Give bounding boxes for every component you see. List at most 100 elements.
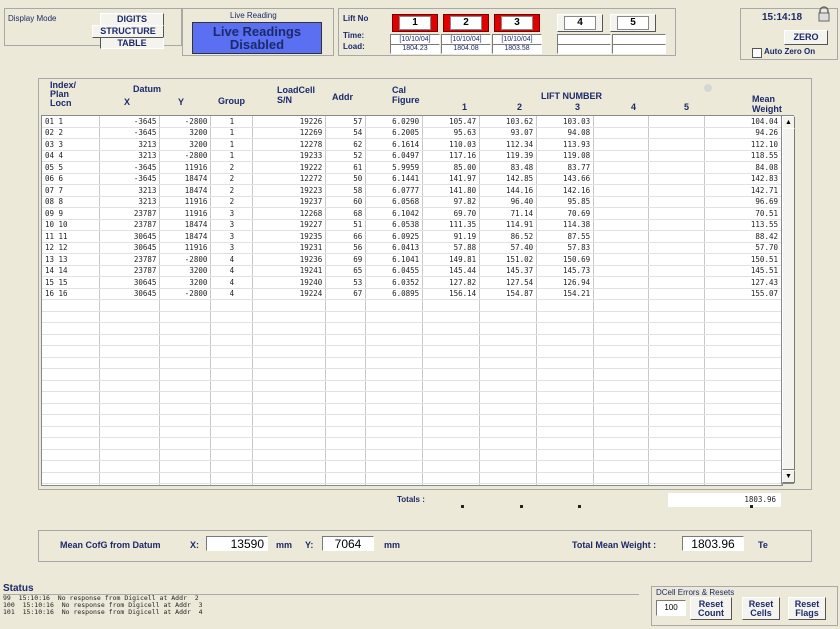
lift-button-5[interactable]: 5 — [610, 14, 656, 32]
lift-button-3[interactable]: 3 — [494, 14, 540, 32]
empty-row[interactable] — [42, 322, 782, 335]
table-cell — [536, 449, 595, 461]
empty-row[interactable] — [42, 403, 782, 415]
empty-row[interactable] — [42, 311, 782, 323]
table-row[interactable]: 15 15 30645 3200 4 19240 53 6.0352 127.82 127.54… — [42, 276, 782, 289]
table-cell: 04 4 — [42, 150, 101, 162]
table-cell: 5.9959 — [365, 161, 424, 174]
table-row[interactable]: 01 1 -3645 -2800 1 19226 57 6.0290 105.47 103.62… — [42, 116, 782, 128]
table-cell — [159, 311, 212, 323]
table-cell — [593, 230, 650, 243]
reset-flags-line2: Flags — [795, 608, 819, 618]
table-cell — [365, 357, 424, 369]
table-cell — [325, 357, 367, 369]
table-cell: 91.19 — [422, 230, 481, 243]
table-cell — [648, 184, 705, 197]
table-cell — [593, 380, 650, 392]
lift-button-2[interactable]: 2 — [443, 14, 489, 32]
table-cell — [593, 345, 650, 358]
table-cell — [479, 449, 538, 461]
table-cell: 117.16 — [422, 150, 481, 162]
empty-row[interactable] — [42, 391, 782, 404]
table-cell — [479, 322, 538, 335]
table-cell — [593, 138, 650, 151]
empty-row[interactable] — [42, 460, 782, 473]
table-row[interactable]: 06 6 -3645 18474 2 12272 50 6.1441 141.97 142.85… — [42, 173, 782, 185]
empty-row[interactable] — [42, 437, 782, 450]
table-cell: 103.62 — [479, 116, 538, 128]
table-row[interactable]: 13 13 23787 -2800 4 19236 69 6.1041 149.81 151.0… — [42, 253, 782, 266]
table-cell — [648, 207, 705, 220]
table-cell: 141.80 — [422, 184, 481, 197]
table-cell: 83.48 — [479, 161, 538, 174]
table-row[interactable]: 09 9 23787 11916 3 12268 68 6.1042 69.70 71.14 70… — [42, 207, 782, 220]
lift-button-4[interactable]: 4 — [557, 14, 603, 32]
scroll-thumb[interactable] — [782, 128, 795, 470]
table-cell — [325, 483, 367, 485]
table-cell: 19235 — [252, 230, 327, 243]
table-cell — [593, 127, 650, 139]
scroll-down-button[interactable]: ▼ — [782, 470, 795, 483]
empty-row[interactable] — [42, 345, 782, 358]
header-loadcell-line1: LoadCell — [277, 85, 316, 95]
table-row[interactable]: 04 4 3213 -2800 1 19233 52 6.0497 117.16 119.39 1… — [42, 150, 782, 162]
empty-row[interactable] — [42, 426, 782, 438]
table-cell — [648, 334, 705, 346]
table-cell — [159, 334, 212, 346]
table-row[interactable]: 05 5 -3645 11916 2 19222 61 5.9959 85.00 83.48 83… — [42, 161, 782, 174]
empty-row[interactable] — [42, 414, 782, 427]
table-cell: 6.0538 — [365, 219, 424, 231]
table-cell — [210, 345, 254, 358]
table-row[interactable]: 07 7 3213 18474 2 19223 58 6.0777 141.80 144.16 1… — [42, 184, 782, 197]
table-cell: 142.83 — [704, 173, 782, 185]
table-row[interactable]: 16 16 30645 -2800 4 19224 67 6.0895 156.14 154.8… — [42, 288, 782, 300]
reset-cells-button[interactable]: Reset Cells — [742, 597, 780, 620]
table-cell — [42, 414, 101, 427]
auto-zero-checkbox[interactable] — [752, 48, 762, 58]
empty-row[interactable] — [42, 299, 782, 312]
table-cell: 154.87 — [479, 288, 538, 300]
zero-button[interactable]: ZERO — [784, 30, 828, 45]
table-row[interactable]: 12 12 30645 11916 3 19231 56 6.0413 57.88 57.40 5… — [42, 242, 782, 254]
table-cell — [99, 357, 161, 369]
table-cell — [479, 391, 538, 404]
table-cell — [325, 437, 367, 450]
empty-row[interactable] — [42, 472, 782, 484]
data-grid[interactable]: 01 1 -3645 -2800 1 19226 57 6.0290 105.47 103.62… — [41, 115, 783, 486]
empty-row[interactable] — [42, 380, 782, 392]
header-lift-1: 1 — [462, 102, 468, 112]
table-cell: 23787 — [99, 253, 161, 266]
lock-icon[interactable] — [816, 6, 832, 22]
table-cell — [42, 391, 101, 404]
table-row[interactable]: 10 10 23787 18474 3 19227 51 6.0538 111.35 114.9… — [42, 219, 782, 231]
table-cell — [210, 391, 254, 404]
table-cell — [210, 357, 254, 369]
lift-button-1[interactable]: 1 — [392, 14, 438, 32]
table-cell: 3200 — [159, 127, 212, 139]
table-cell — [365, 449, 424, 461]
reset-count-button[interactable]: Reset Count — [690, 597, 732, 620]
table-cell: -3645 — [99, 127, 161, 139]
table-cell — [536, 391, 595, 404]
table-cell — [593, 219, 650, 231]
table-row[interactable]: 02 2 -3645 3200 1 12269 54 6.2005 95.63 93.07 94.… — [42, 127, 782, 139]
empty-row[interactable] — [42, 334, 782, 346]
table-cell: 70.69 — [536, 207, 595, 220]
table-row[interactable]: 08 8 3213 11916 2 19237 60 6.0568 97.82 96.40 95.… — [42, 196, 782, 208]
empty-row[interactable] — [42, 357, 782, 369]
table-cell: 06 6 — [42, 173, 101, 185]
table-cell: 1 — [210, 150, 254, 162]
empty-row[interactable] — [42, 483, 782, 485]
empty-row[interactable] — [42, 449, 782, 461]
grid-scrollbar[interactable]: ▲ ▼ — [781, 115, 795, 484]
table-row[interactable]: 11 11 30645 18474 3 19235 66 6.0925 91.19 86.52 8… — [42, 230, 782, 243]
reset-flags-button[interactable]: Reset Flags — [788, 597, 826, 620]
table-button[interactable]: TABLE — [100, 37, 164, 49]
table-row[interactable]: 03 3 3213 3200 1 12278 62 6.1614 110.03 112.34 11… — [42, 138, 782, 151]
table-cell: 145.44 — [422, 265, 481, 277]
table-row[interactable]: 14 14 23787 3200 4 19241 65 6.0455 145.44 145.37… — [42, 265, 782, 277]
table-cell — [704, 426, 782, 438]
empty-row[interactable] — [42, 368, 782, 381]
table-cell: 11916 — [159, 207, 212, 220]
table-cell — [325, 414, 367, 427]
